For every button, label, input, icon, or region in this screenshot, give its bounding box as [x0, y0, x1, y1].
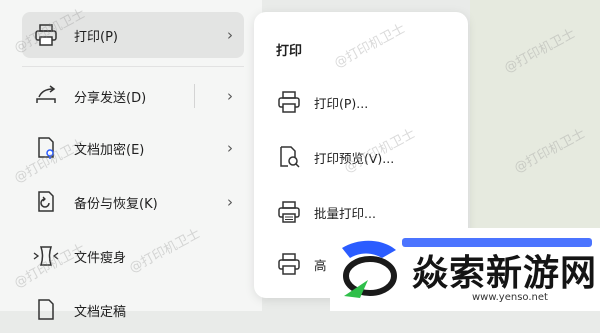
- printer-icon: [274, 91, 304, 113]
- batch-print-icon: [274, 201, 304, 223]
- printer-icon: [274, 253, 304, 275]
- site-logo-overlay: 焱索新游网 www.yenso.net: [330, 228, 600, 311]
- menu-item-backup[interactable]: 备份与恢复(K) ›: [22, 179, 244, 225]
- printer-icon: [26, 24, 66, 46]
- document-lock-icon: [26, 136, 66, 160]
- chevron-right-icon: ›: [227, 193, 233, 211]
- submenu-item-print[interactable]: 打印(P)...: [274, 85, 454, 119]
- menu-item-label: 文档定稿: [74, 304, 127, 320]
- document-finalize-icon: [26, 298, 66, 322]
- menu-item-print[interactable]: 打印(P) ›: [22, 12, 244, 58]
- menu-item-label: 文件瘦身: [74, 250, 127, 266]
- divider: [22, 66, 244, 67]
- file-slim-icon: [26, 245, 66, 267]
- logo-url: www.yenso.net: [472, 292, 548, 303]
- share-icon: [26, 85, 66, 107]
- submenu-item-label: 打印预览(V)...: [314, 150, 395, 166]
- backup-restore-icon: [26, 190, 66, 214]
- menu-item-finalize[interactable]: 文档定稿: [22, 287, 244, 333]
- submenu-item-label: 批量打印...: [314, 205, 376, 221]
- file-menu-panel: 打印(P) › 分享发送(D) › 文档加密(E) › 备份与恢复(K) › 文…: [0, 0, 262, 320]
- menu-item-encrypt[interactable]: 文档加密(E) ›: [22, 125, 244, 171]
- print-preview-icon: [274, 145, 304, 169]
- submenu-item-print-preview[interactable]: 打印预览(V)...: [274, 140, 454, 174]
- menu-item-label: 文档加密(E): [74, 142, 145, 158]
- divider: [194, 84, 195, 108]
- logo-name: 焱索新游网: [412, 253, 598, 294]
- menu-item-label: 备份与恢复(K): [74, 196, 158, 212]
- menu-item-share[interactable]: 分享发送(D) ›: [22, 73, 244, 119]
- chevron-right-icon: ›: [227, 26, 233, 44]
- submenu-item-label: 高: [314, 257, 327, 273]
- menu-item-slim[interactable]: 文件瘦身: [22, 233, 244, 279]
- logo-icon: [342, 240, 397, 298]
- submenu-title: 打印: [276, 44, 303, 59]
- submenu-item-batch-print[interactable]: 批量打印...: [274, 195, 454, 229]
- submenu-item-label: 打印(P)...: [314, 95, 369, 111]
- chevron-right-icon: ›: [227, 139, 233, 157]
- chevron-right-icon: ›: [227, 87, 233, 105]
- menu-item-label: 打印(P): [74, 29, 118, 45]
